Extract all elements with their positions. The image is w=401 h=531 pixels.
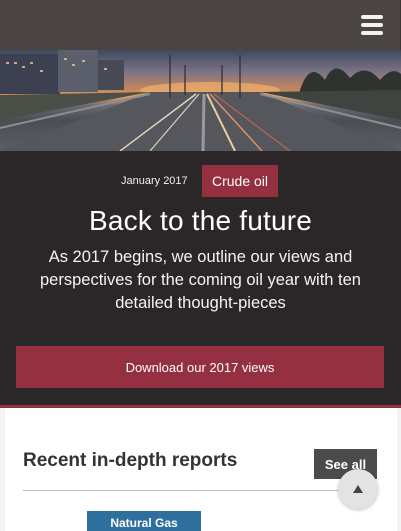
highway-at-sunset-photo xyxy=(0,50,401,151)
publish-date: January 2017 xyxy=(121,175,188,187)
section-title: Recent in-depth reports xyxy=(23,450,238,471)
category-badge-natural-gas[interactable]: Natural Gas xyxy=(87,511,201,531)
hero-meta-row: January 2017 Crude oil xyxy=(0,165,401,197)
hamburger-menu-icon[interactable] xyxy=(361,15,383,35)
section-divider xyxy=(23,490,377,491)
scroll-to-top-button[interactable] xyxy=(338,469,378,509)
hero-description: As 2017 begins, we outline our views and… xyxy=(40,248,361,312)
menu-bar-line xyxy=(361,31,383,35)
hero-image xyxy=(0,50,401,151)
hero-panel: January 2017 Crude oil Back to the futur… xyxy=(0,151,401,405)
download-views-button[interactable]: Download our 2017 views xyxy=(16,346,384,388)
hero-title: Back to the future xyxy=(88,205,313,236)
top-navigation-bar xyxy=(0,0,401,50)
recent-reports-section: Recent in-depth reports See all Natural … xyxy=(0,408,401,531)
menu-bar-line xyxy=(361,15,383,19)
menu-bar-line xyxy=(361,23,383,27)
arrow-up-icon xyxy=(353,485,363,493)
crude-oil-tag[interactable]: Crude oil xyxy=(202,165,278,197)
